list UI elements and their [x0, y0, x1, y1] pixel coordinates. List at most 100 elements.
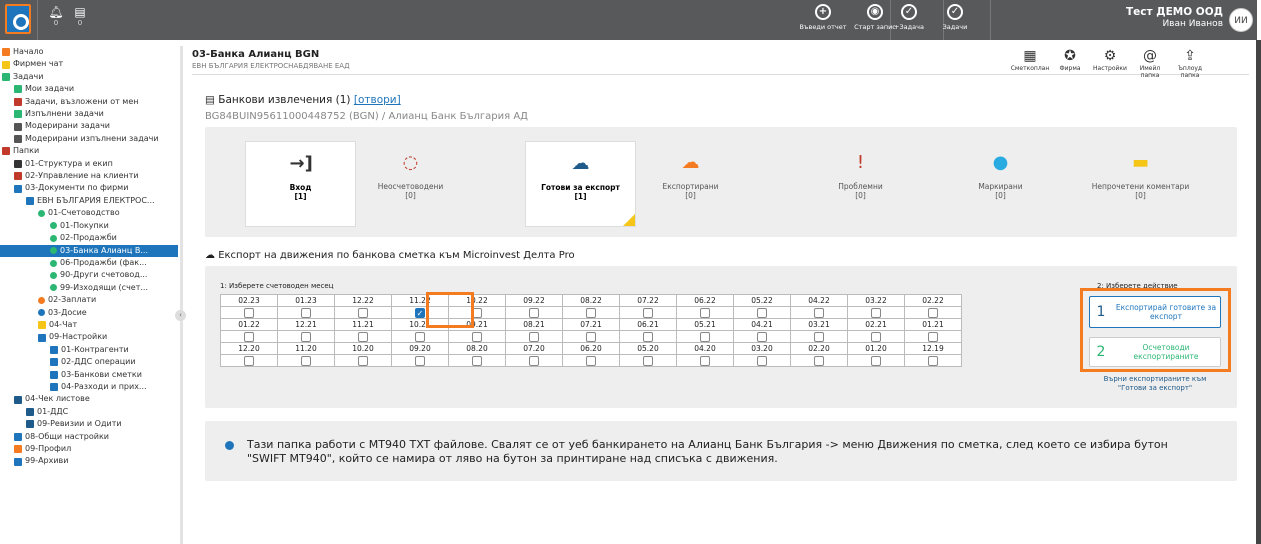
month-checkbox[interactable]	[700, 355, 710, 366]
sidebar-item[interactable]: 02-Продажби	[0, 232, 178, 244]
sidebar-item[interactable]: 06-Продажби (фак...	[0, 257, 178, 269]
sidebar-item[interactable]: 02-Управление на клиенти	[0, 170, 178, 182]
messages-button[interactable]: ▤ 0	[70, 5, 90, 27]
month-checkbox[interactable]	[643, 331, 653, 342]
sidebar-item[interactable]: Изпълнени задачи	[0, 108, 178, 120]
sidebar-item[interactable]: Задачи, възложени от мен	[0, 96, 178, 108]
month-checkbox[interactable]	[757, 307, 767, 318]
tool-3[interactable]: @ Имейл папка	[1130, 47, 1170, 79]
month-checkbox[interactable]	[244, 307, 254, 318]
tool-1[interactable]: ✪ Фирма	[1050, 47, 1090, 72]
status-card[interactable]: ● Маркирани [0]	[945, 141, 1056, 227]
sidebar-item[interactable]: 09-Настройки	[0, 331, 178, 343]
status-card[interactable]: →] Вход [1]	[245, 141, 356, 227]
month-checkbox[interactable]	[814, 307, 824, 318]
month-checkbox[interactable]	[529, 331, 539, 342]
month-cell	[220, 354, 278, 367]
avatar[interactable]: ИИ	[1229, 8, 1253, 32]
collapse-sidebar-button[interactable]: ‹	[175, 310, 186, 321]
month-checkbox[interactable]	[358, 331, 368, 342]
sidebar-item[interactable]: 03-Банка Алианц В...	[0, 244, 178, 257]
scrollbar[interactable]	[1256, 40, 1261, 544]
month-checkbox[interactable]	[244, 355, 254, 366]
month-checkbox[interactable]	[814, 355, 824, 366]
sidebar-item[interactable]: 03-Банкови сметки	[0, 369, 178, 381]
month-checkbox[interactable]	[871, 331, 881, 342]
status-card[interactable]: ☁ Готови за експорт [1]	[525, 141, 636, 227]
sidebar-item[interactable]: 02-ДДС операции	[0, 356, 178, 368]
month-checkbox[interactable]	[757, 355, 767, 366]
sidebar-item[interactable]: 01-Счетоводство	[0, 207, 178, 219]
month-checkbox[interactable]	[529, 307, 539, 318]
post-exported-button[interactable]: 2 Осчетоводи експортираните	[1089, 337, 1221, 367]
month-checkbox[interactable]	[814, 331, 824, 342]
month-checkbox[interactable]	[757, 331, 767, 342]
sidebar-item[interactable]: 01-Структура и екип	[0, 158, 178, 170]
month-checkbox[interactable]	[871, 355, 881, 366]
month-checkbox[interactable]	[871, 307, 881, 318]
month-checkbox[interactable]	[301, 355, 311, 366]
sidebar-item[interactable]: 99-Архиви	[0, 455, 178, 467]
open-statements-link[interactable]: [отвори]	[354, 94, 401, 106]
month-checkbox[interactable]	[301, 331, 311, 342]
sidebar-item[interactable]: 03-Документи по фирми	[0, 182, 178, 194]
sidebar-item[interactable]: 08-Общи настройки	[0, 431, 178, 443]
month-checkbox[interactable]	[643, 307, 653, 318]
sidebar-item[interactable]: 04-Чат	[0, 319, 178, 331]
sidebar-item[interactable]: 90-Други счетовод...	[0, 269, 178, 281]
status-card[interactable]: ▬ Непрочетени коментари [0]	[1085, 141, 1196, 227]
sidebar-item[interactable]: Мои задачи	[0, 83, 178, 95]
status-card[interactable]: ◌ Неосчетоводени [0]	[355, 141, 466, 227]
tool-4[interactable]: ⇪ Ъплоуд папка	[1170, 47, 1210, 79]
tool-label: Сметкоплан	[1010, 65, 1050, 72]
notifications-bell[interactable]: 🔔︎ 0	[46, 5, 66, 27]
month-checkbox[interactable]	[529, 355, 539, 366]
sidebar-item[interactable]: 99-Изходящи (счет...	[0, 282, 178, 294]
month-checkbox[interactable]	[415, 331, 425, 342]
month-checkbox[interactable]	[700, 331, 710, 342]
sidebar-item[interactable]: Фирмен чат	[0, 58, 178, 70]
month-checkbox[interactable]	[586, 355, 596, 366]
month-checkbox[interactable]	[301, 307, 311, 318]
company-name[interactable]: Тест ДЕМО ООД Иван Иванов	[1126, 6, 1223, 30]
sidebar-item[interactable]: 09-Ревизии и Одити	[0, 418, 178, 430]
sidebar-item[interactable]: 02-Заплати	[0, 294, 178, 306]
topbar-action-0[interactable]: + Въведи отчет	[796, 4, 850, 31]
month-checkbox[interactable]	[928, 355, 938, 366]
sidebar-item-label: Задачи	[13, 71, 44, 81]
tool-2[interactable]: ⚙ Настройки	[1090, 47, 1130, 72]
month-checkbox[interactable]	[586, 331, 596, 342]
month-checkbox[interactable]	[472, 355, 482, 366]
month-checkbox[interactable]	[244, 331, 254, 342]
return-exported-link[interactable]: Върни експортираните към "Готови за експ…	[1089, 375, 1221, 393]
sidebar-item[interactable]: 04-Чек листове	[0, 393, 178, 405]
tool-0[interactable]: ▦ Сметкоплан	[1010, 47, 1050, 72]
month-checkbox[interactable]	[472, 331, 482, 342]
sidebar-item[interactable]: Модерирани задачи	[0, 120, 178, 132]
sidebar-item[interactable]: Папки	[0, 145, 178, 157]
topbar-action-3[interactable]: ✓ Задачи	[928, 4, 982, 31]
export-ready-button[interactable]: 1 Експортирай готовите за експорт	[1089, 296, 1221, 328]
month-checkbox[interactable]	[358, 355, 368, 366]
month-checkbox[interactable]	[358, 307, 368, 318]
sidebar-item[interactable]: 04-Разходи и прих...	[0, 381, 178, 393]
sidebar-item[interactable]: 03-Досие	[0, 307, 178, 319]
sidebar-item[interactable]: 01-Контрагенти	[0, 344, 178, 356]
status-card[interactable]: ! Проблемни [0]	[805, 141, 916, 227]
sidebar-item[interactable]: Модерирани изпълнени задачи	[0, 133, 178, 145]
sidebar-item[interactable]: Задачи	[0, 71, 178, 83]
sidebar-item[interactable]: 01-Покупки	[0, 220, 178, 232]
app-logo[interactable]	[5, 4, 31, 34]
month-checkbox[interactable]	[928, 307, 938, 318]
month-checkbox[interactable]	[415, 355, 425, 366]
month-checkbox[interactable]	[928, 331, 938, 342]
month-checkbox[interactable]	[643, 355, 653, 366]
month-checkbox[interactable]	[586, 307, 596, 318]
status-card[interactable]: ☁ Експортирани [0]	[635, 141, 746, 227]
month-checkbox[interactable]: ✓	[415, 307, 425, 318]
sidebar-item[interactable]: 01-ДДС	[0, 406, 178, 418]
sidebar-item[interactable]: ЕВН БЪЛГАРИЯ ЕЛЕКТРОС...	[0, 195, 178, 207]
sidebar-item[interactable]: 09-Профил	[0, 443, 178, 455]
month-checkbox[interactable]	[700, 307, 710, 318]
sidebar-item[interactable]: Начало	[0, 46, 178, 58]
